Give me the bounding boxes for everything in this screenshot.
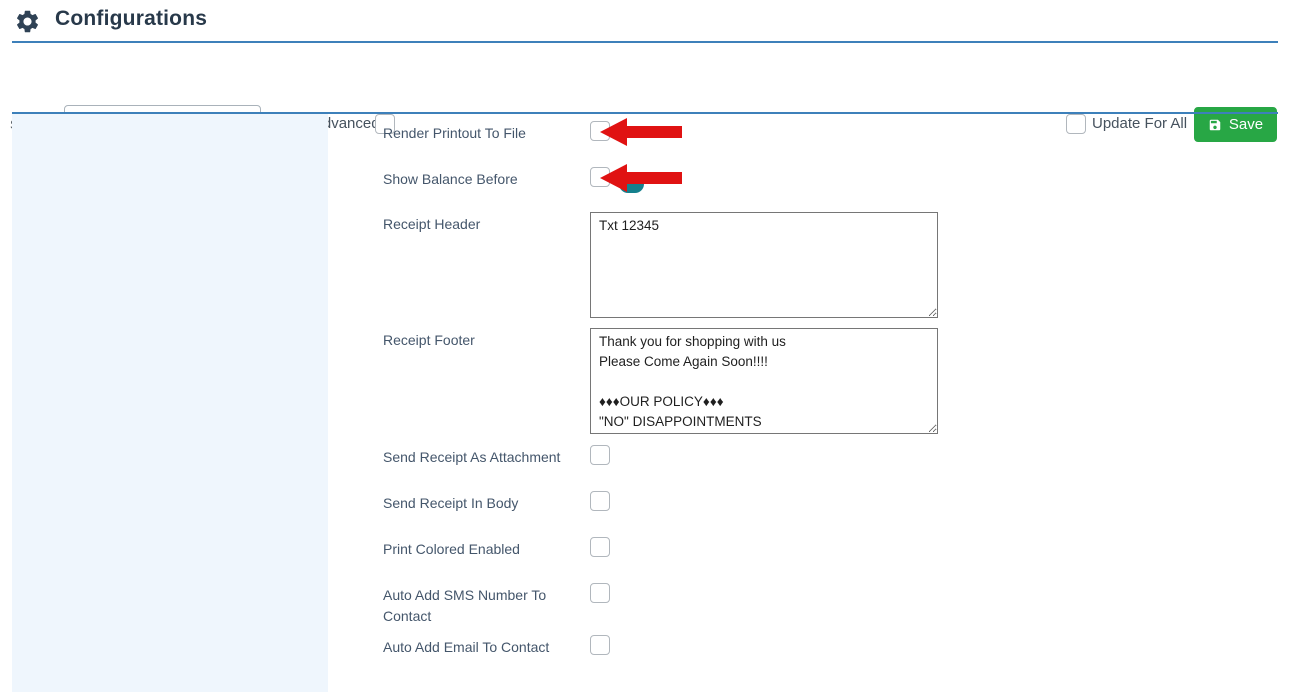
field-label: Print Colored Enabled — [383, 537, 590, 560]
sidebar-panel — [12, 114, 328, 692]
field-label: Auto Add SMS Number To Contact — [383, 583, 590, 627]
update-for-all-checkbox[interactable] — [1066, 114, 1086, 134]
red-arrow-icon — [600, 164, 682, 192]
page-title: Configurations — [55, 7, 207, 31]
configuration-form: Render Printout To File Show Balance Bef… — [383, 121, 953, 657]
print-colored-enabled-checkbox[interactable] — [590, 537, 610, 557]
field-label: Render Printout To File — [383, 121, 590, 144]
configurations-page: Configurations Search: Show Advanced Upd… — [0, 0, 1290, 694]
auto-add-email-checkbox[interactable] — [590, 635, 610, 655]
save-button-label: Save — [1229, 116, 1263, 133]
floppy-disk-icon — [1208, 118, 1222, 132]
form-row-receipt-header: Receipt Header Txt 12345 — [383, 212, 953, 318]
send-receipt-as-attachment-checkbox[interactable] — [590, 445, 610, 465]
update-for-all-label: Update For All — [1092, 115, 1187, 132]
form-row-send-receipt-as-attachment: Send Receipt As Attachment — [383, 445, 953, 467]
page-header: Configurations — [0, 0, 1290, 42]
receipt-header-textarea[interactable]: Txt 12345 — [590, 212, 938, 318]
red-arrow-icon — [600, 118, 682, 146]
field-label: Receipt Footer — [383, 328, 590, 351]
form-row-receipt-footer: Receipt Footer Thank you for shopping wi… — [383, 328, 953, 434]
form-row-send-receipt-in-body: Send Receipt In Body — [383, 491, 953, 513]
toolbar: Search: Show Advanced Update For All Sav… — [0, 44, 1290, 112]
send-receipt-in-body-checkbox[interactable] — [590, 491, 610, 511]
header-separator — [12, 41, 1278, 43]
receipt-footer-textarea[interactable]: Thank you for shopping with us Please Co… — [590, 328, 938, 434]
auto-add-sms-number-checkbox[interactable] — [590, 583, 610, 603]
field-label: Send Receipt In Body — [383, 491, 590, 514]
form-row-print-colored-enabled: Print Colored Enabled — [383, 537, 953, 559]
form-row-auto-add-sms-number: Auto Add SMS Number To Contact — [383, 583, 953, 627]
field-label: Send Receipt As Attachment — [383, 445, 590, 468]
gear-icon — [14, 8, 41, 35]
field-label: Auto Add Email To Contact — [383, 635, 590, 658]
field-label: Receipt Header — [383, 212, 590, 235]
field-label: Show Balance Before — [383, 167, 590, 190]
form-row-auto-add-email: Auto Add Email To Contact — [383, 635, 953, 657]
